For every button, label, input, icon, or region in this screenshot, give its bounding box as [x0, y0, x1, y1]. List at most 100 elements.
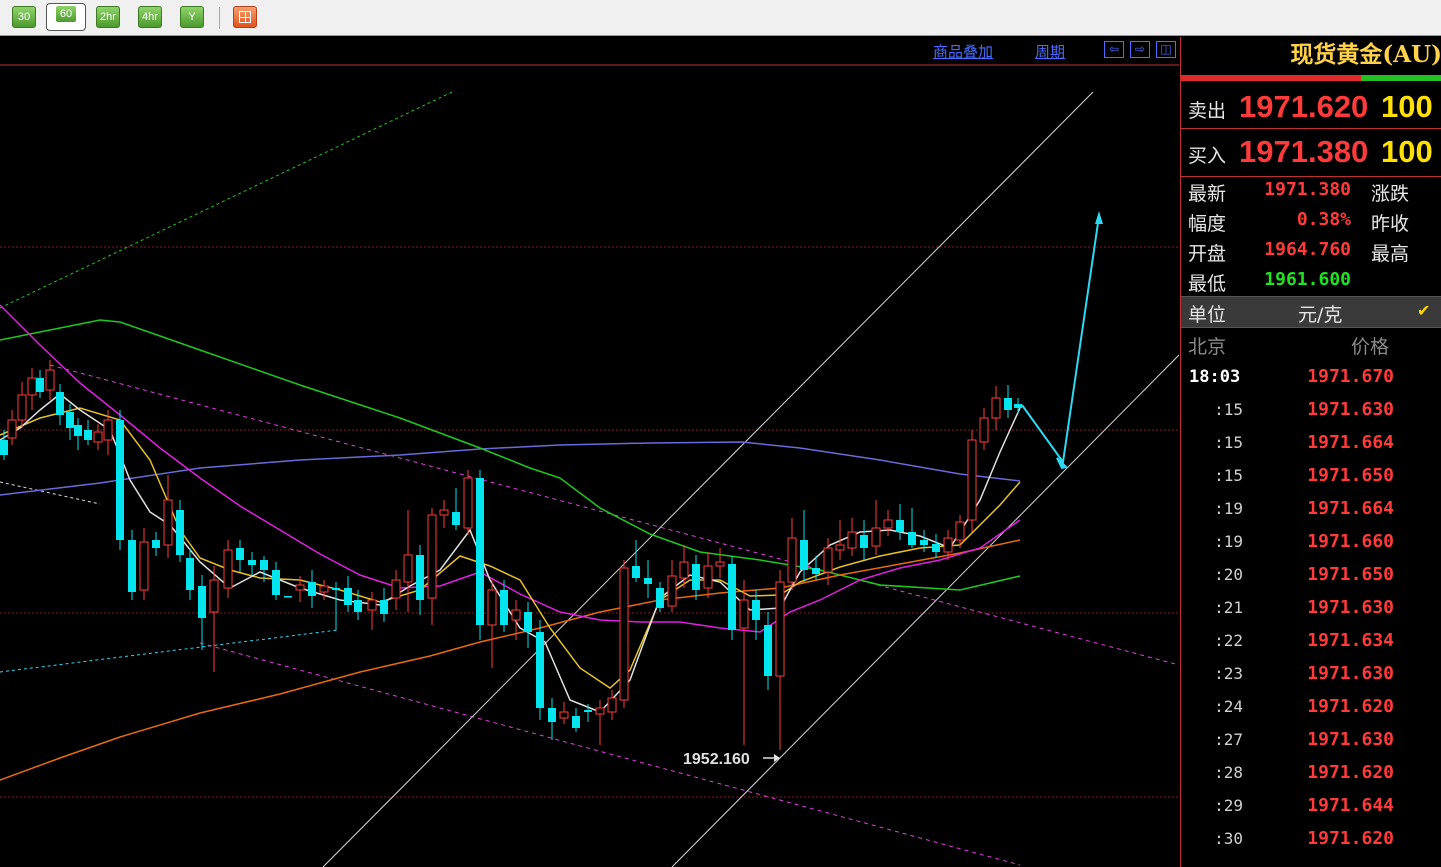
stat-label-2: 昨收	[1371, 213, 1410, 235]
period-year-button[interactable]: Y	[180, 6, 204, 28]
stat-row-latest: 最新 1971.380 涨跌	[1181, 177, 1441, 207]
candle-up	[319, 580, 329, 600]
tick-row: :19 1971.664	[1181, 493, 1441, 526]
candle-down	[1004, 385, 1012, 418]
buy-quote-row: 买入 1971.380 100	[1181, 130, 1441, 174]
candle-down	[764, 612, 772, 690]
grid-layout-button[interactable]	[233, 6, 257, 28]
candle-up	[991, 386, 1001, 430]
candle-down	[74, 418, 82, 450]
tick-price: 1971.630	[1307, 597, 1394, 618]
tick-time: :29	[1214, 796, 1243, 815]
overlay-commodity-link[interactable]: 商品叠加	[933, 41, 993, 62]
tick-price: 1971.650	[1307, 564, 1394, 585]
candle-up	[367, 592, 377, 630]
tick-row: 18:03 1971.670	[1181, 361, 1441, 394]
candle-down	[176, 500, 184, 562]
checkmark-icon[interactable]: ✔	[1417, 301, 1430, 320]
low-price-marker: 1952.160	[683, 751, 750, 768]
chart-header: 商品叠加 周期 ⇦ ⇨ ◫	[0, 37, 1179, 65]
location-header: 北京	[1188, 336, 1227, 358]
tick-table-header: 北京 价格	[1181, 330, 1441, 360]
tick-time: :22	[1214, 631, 1243, 650]
tick-time: :19	[1214, 499, 1243, 518]
candle-down	[920, 530, 928, 552]
panel-toggle-icon[interactable]: ◫	[1156, 41, 1176, 58]
tick-time: :20	[1214, 565, 1243, 584]
stat-value: 0.38%	[1296, 209, 1351, 230]
stat-value: 1971.380	[1264, 179, 1351, 200]
tick-price: 1971.664	[1307, 432, 1394, 453]
forecast-arrow	[1021, 211, 1103, 470]
candle-down	[236, 540, 244, 572]
candle-up	[883, 510, 893, 536]
tick-price: 1971.644	[1307, 795, 1394, 816]
candle-down	[344, 576, 352, 612]
candle-up	[391, 570, 401, 610]
candle-up	[715, 548, 725, 578]
arrow-left-icon[interactable]: ⇦	[1104, 41, 1124, 58]
unit-value: 元/克	[1298, 304, 1343, 326]
period-60-button[interactable]: 60	[46, 3, 86, 31]
sell-volume: 100	[1381, 89, 1433, 124]
candle-up	[847, 518, 857, 556]
quote-panel: 现货黄金(AU) 卖出 1971.620 100 买入 1971.380 100…	[1180, 37, 1441, 867]
unit-label: 单位	[1188, 304, 1227, 326]
candle-down	[896, 504, 904, 540]
candle-down	[332, 582, 340, 630]
arrow-right-icon[interactable]: ⇨	[1130, 41, 1150, 58]
candle-down	[644, 560, 652, 598]
tick-row: :20 1971.650	[1181, 559, 1441, 592]
tick-time: :23	[1214, 664, 1243, 683]
stat-row-low: 最低 1961.600	[1181, 267, 1441, 297]
candle-up	[667, 560, 677, 612]
candle-up	[163, 475, 173, 558]
candle-down	[476, 470, 484, 640]
candle-up	[223, 540, 233, 598]
candle-up	[439, 500, 449, 528]
trendline-lower-magenta	[199, 642, 1021, 866]
period-link[interactable]: 周期	[1035, 41, 1065, 62]
candle-down	[572, 708, 580, 732]
period-30-button[interactable]: 30	[12, 6, 36, 28]
tick-time: :24	[1214, 697, 1243, 716]
tick-price: 1971.664	[1307, 498, 1394, 519]
candlestick-chart[interactable]: 1952.160	[0, 37, 1179, 867]
tick-price: 1971.634	[1307, 630, 1394, 651]
candle-down	[416, 545, 424, 615]
candle-up	[871, 500, 881, 555]
candle-down	[152, 532, 160, 556]
tick-time: 18:03	[1189, 367, 1241, 387]
candle-up	[403, 510, 413, 612]
stat-label-2: 最高	[1371, 243, 1410, 265]
chart-canvas: 1952.160	[0, 64, 1179, 867]
candle-down	[198, 575, 206, 650]
period-4hr-button[interactable]: 4hr	[138, 6, 162, 28]
tick-time: :15	[1214, 433, 1243, 452]
period-2hr-button[interactable]: 2hr	[96, 6, 120, 28]
stat-label: 幅度	[1188, 213, 1227, 235]
buy-price: 1971.380	[1239, 134, 1369, 169]
candle-up	[27, 368, 37, 410]
tick-price: 1971.660	[1307, 531, 1394, 552]
stat-label: 最新	[1188, 183, 1227, 205]
candle-down	[272, 562, 280, 600]
unit-row[interactable]: 单位 元/克 ✔	[1181, 296, 1441, 328]
tick-row: :15 1971.664	[1181, 427, 1441, 460]
stat-value: 1964.760	[1264, 239, 1351, 260]
sell-quote-row: 卖出 1971.620 100	[1181, 85, 1441, 129]
toolbar-divider	[219, 7, 220, 29]
tick-row: :27 1971.630	[1181, 724, 1441, 757]
buy-label: 买入	[1188, 145, 1227, 167]
stat-row-open: 开盘 1964.760 最高	[1181, 237, 1441, 267]
candle-down	[860, 520, 868, 560]
tick-time: :15	[1214, 400, 1243, 419]
candle-down	[536, 620, 544, 720]
candlestick-series	[0, 360, 1022, 750]
candle-down	[728, 556, 736, 640]
stat-label: 开盘	[1188, 243, 1227, 265]
tick-row: :29 1971.644	[1181, 790, 1441, 823]
candle-up	[619, 560, 629, 708]
candle-up	[967, 430, 977, 532]
candle-down	[452, 488, 460, 530]
